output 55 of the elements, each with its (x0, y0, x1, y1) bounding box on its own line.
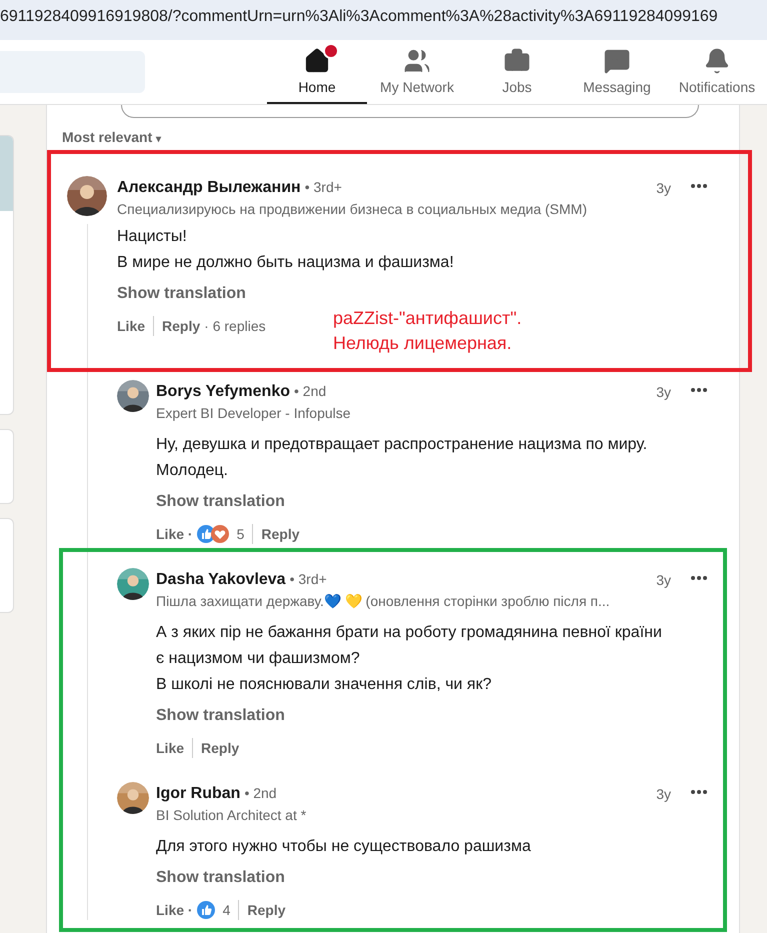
show-translation-link[interactable]: Show translation (156, 866, 285, 890)
reply-button[interactable]: Reply (261, 524, 300, 544)
people-icon (403, 47, 431, 75)
like-button[interactable]: Like · (156, 524, 193, 544)
more-icon (691, 388, 707, 392)
nav-tab[interactable]: Messaging (567, 47, 667, 104)
author-headline: BI Solution Architect at * (156, 806, 308, 824)
comment-text: Ну, девушка и предотвращает распространение нацизма по миру. Молодец. (156, 435, 648, 481)
reply-button[interactable]: Reply (162, 316, 200, 336)
connection-degree: • 2nd (244, 784, 277, 803)
author-name[interactable]: Igor Ruban (156, 782, 240, 806)
like-button[interactable]: Like (156, 738, 184, 758)
replies-count[interactable]: · 6 replies (204, 316, 266, 336)
address-bar[interactable]: 6911928409916919808/?commentUrn=urn%3Ali%3Acomment%3A%28activity%3A69119284099169 (0, 0, 767, 40)
connection-degree: • 2nd (294, 382, 326, 401)
author-headline: Специализируюсь на продвижении бизнеса в социальных медиа (SMM) (117, 200, 588, 218)
timestamp: 3y (656, 785, 671, 804)
connection-degree: • 3rd+ (290, 570, 327, 589)
show-translation-link[interactable]: Show translation (117, 282, 246, 306)
timestamp: 3y (656, 383, 671, 402)
chat-bubble-icon (603, 47, 631, 75)
like-button[interactable]: Like (117, 316, 146, 336)
sort-dropdown[interactable]: Most relevant ▾ (62, 127, 162, 148)
more-options-button[interactable] (691, 184, 707, 188)
author-name[interactable]: Dasha Yakovleva (156, 568, 286, 592)
timestamp: 3y (656, 571, 671, 590)
author-name[interactable]: Александр Вылежанин (117, 176, 301, 200)
timestamp: 3y (656, 179, 671, 198)
connection-degree: • 3rd+ (304, 178, 342, 197)
author-headline: Пішла захищати державу.💙 💛 (оновлення сторінки зроблю після п... (156, 592, 611, 610)
like-button[interactable]: Like · (156, 900, 193, 920)
more-icon (691, 790, 707, 794)
nav-tab[interactable]: Jobs (467, 47, 567, 104)
more-icon (691, 184, 707, 188)
more-options-button[interactable] (691, 576, 707, 580)
more-options-button[interactable] (691, 388, 707, 392)
comment-text: Для этого нужно чтобы не существовало рашизма (156, 837, 532, 857)
show-translation-link[interactable]: Show translation (156, 704, 285, 728)
reply-button[interactable]: Reply (201, 738, 240, 758)
more-icon (691, 576, 707, 580)
comment-text: Нацисты! В мире не должно быть нацизма и фашизма! (117, 227, 455, 273)
annotation-note: paZZist-"антифашист". Нелюдь лицемерная. (333, 307, 522, 355)
author-name[interactable]: Borys Yefymenko (156, 380, 290, 404)
reaction-count: 5 (236, 524, 244, 544)
reaction-count: 4 (222, 900, 230, 920)
show-translation-link[interactable]: Show translation (156, 490, 285, 514)
reply-button[interactable]: Reply (247, 900, 286, 920)
thumbs-up-icon (196, 901, 215, 919)
nav-tab[interactable]: My Network (367, 47, 467, 104)
author-headline: Expert BI Developer - Infopulse (156, 404, 352, 422)
nav-tab[interactable]: Notifications (667, 47, 767, 104)
home-icon (303, 47, 331, 75)
more-options-button[interactable] (691, 790, 707, 794)
comment-text: А з яких пір не бажання брати на роботу громадянина певної країни є нацизмом чи фашизмом? В школі не пояснювали значення слів, чи як? (156, 623, 663, 695)
bell-icon (703, 47, 731, 75)
